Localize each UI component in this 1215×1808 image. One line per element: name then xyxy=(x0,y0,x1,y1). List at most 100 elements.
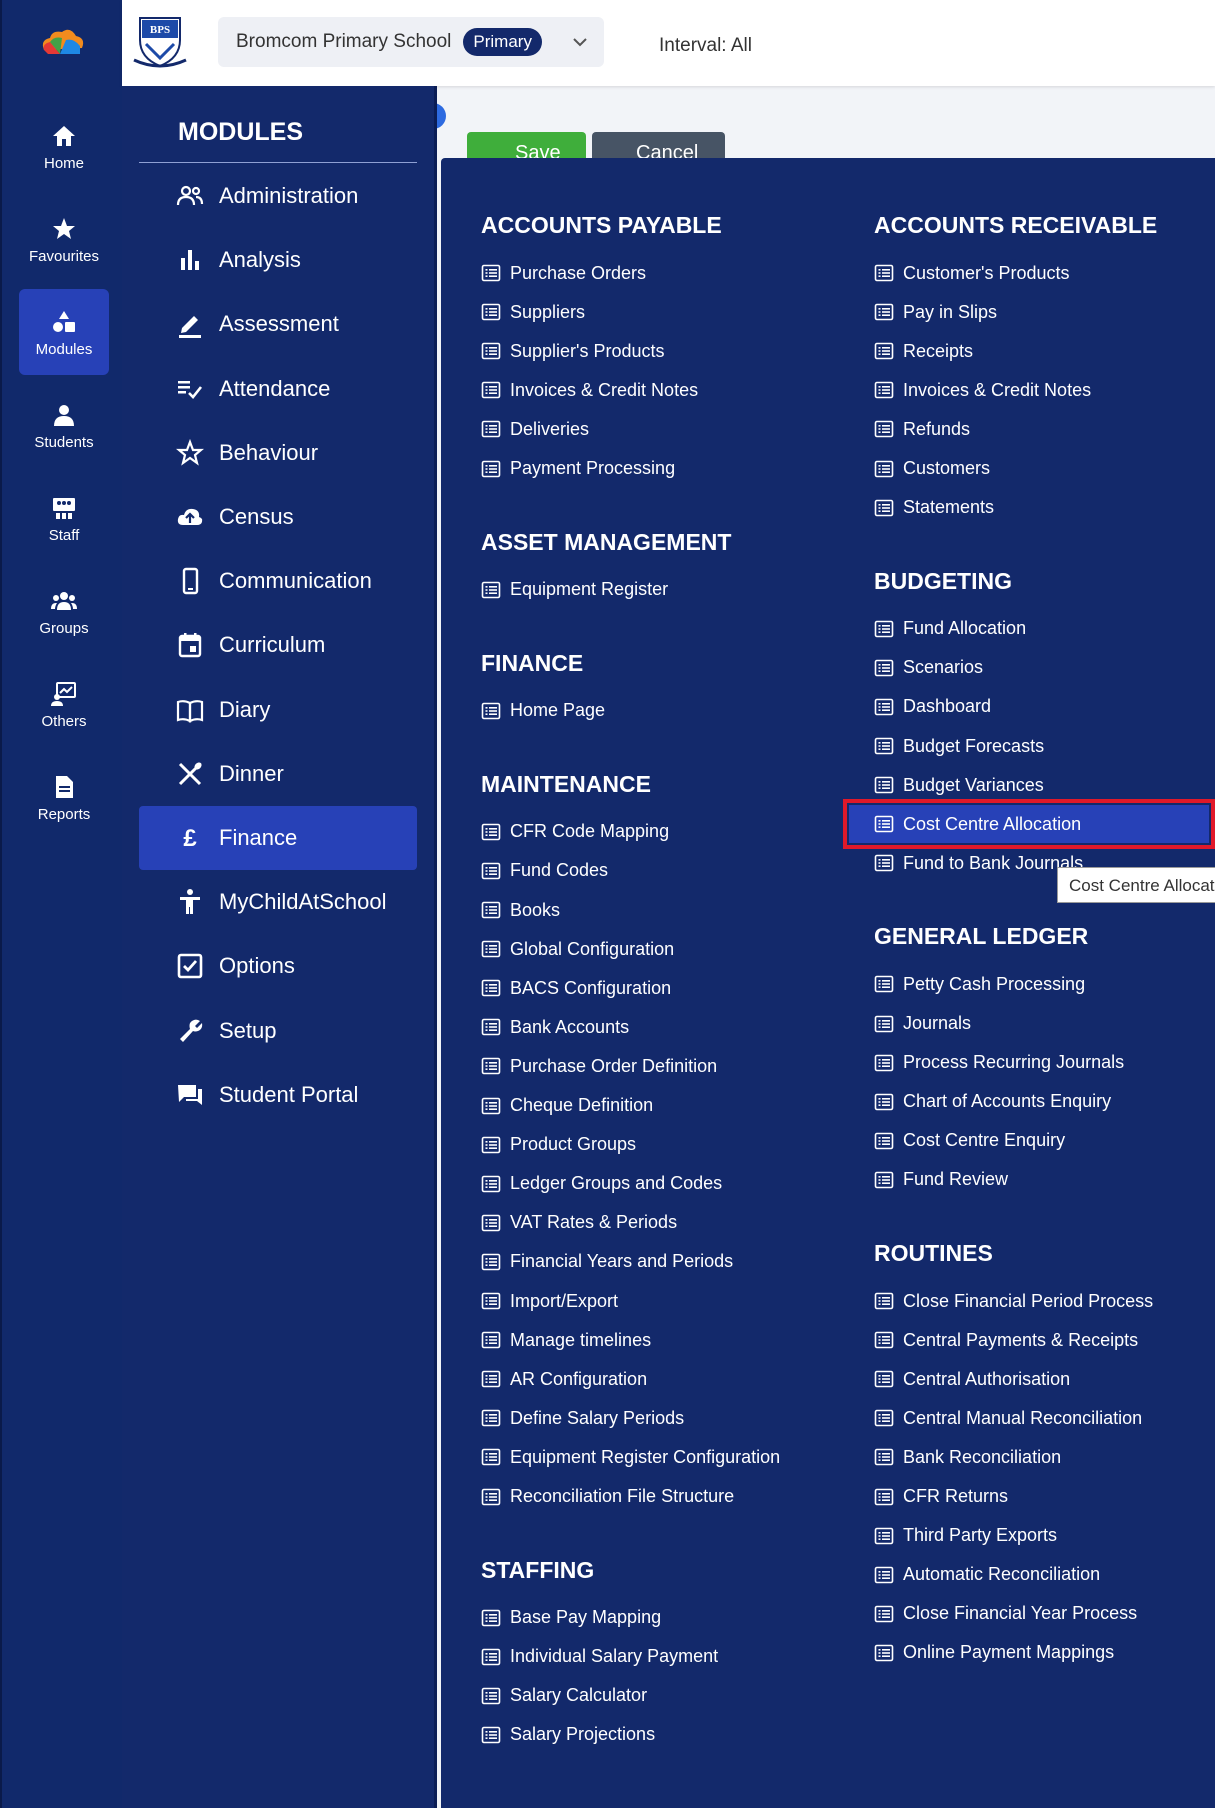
menu-link-label: Product Groups xyxy=(510,1134,637,1155)
menu-link-vat-rates-periods[interactable]: VAT Rates & Periods xyxy=(481,1204,677,1242)
menu-link-label: Home Page xyxy=(510,700,606,721)
module-item-administration[interactable]: Administration xyxy=(139,164,417,228)
menu-link-online-payment-mappings[interactable]: Online Payment Mappings xyxy=(874,1634,1114,1672)
menu-link-cfr-returns[interactable]: CFR Returns xyxy=(874,1478,1008,1516)
menu-link-invoices-credit-notes[interactable]: Invoices & Credit Notes xyxy=(874,371,1091,409)
rail-item-home[interactable]: Home xyxy=(19,103,109,189)
menu-link-third-party-exports[interactable]: Third Party Exports xyxy=(874,1517,1057,1555)
menu-link-refunds[interactable]: Refunds xyxy=(874,410,970,448)
module-item-options[interactable]: Options xyxy=(139,934,417,998)
menu-link-chart-of-accounts-enquiry[interactable]: Chart of Accounts Enquiry xyxy=(874,1083,1111,1121)
menu-link-equipment-register-configuration[interactable]: Equipment Register Configuration xyxy=(481,1438,780,1476)
menu-link-central-payments-receipts[interactable]: Central Payments & Receipts xyxy=(874,1321,1138,1359)
module-item-curriculum[interactable]: Curriculum xyxy=(139,613,417,677)
menu-link-cost-centre-allocation[interactable]: Cost Centre Allocation xyxy=(843,799,1215,850)
menu-link-ar-configuration[interactable]: AR Configuration xyxy=(481,1360,647,1398)
list-icon xyxy=(481,1330,501,1350)
menu-link-central-authorisation[interactable]: Central Authorisation xyxy=(874,1360,1070,1398)
school-selector[interactable]: Bromcom Primary School Primary xyxy=(218,17,604,67)
list-icon xyxy=(481,1408,501,1428)
list-icon xyxy=(481,419,501,439)
list-icon xyxy=(874,619,894,639)
menu-link-scenarios[interactable]: Scenarios xyxy=(874,649,983,687)
module-item-diary[interactable]: Diary xyxy=(139,678,417,742)
module-item-census[interactable]: Census xyxy=(139,485,417,549)
menu-link-bacs-configuration[interactable]: BACS Configuration xyxy=(481,969,671,1007)
menu-link-automatic-reconciliation[interactable]: Automatic Reconciliation xyxy=(874,1556,1100,1594)
menu-link-purchase-orders[interactable]: Purchase Orders xyxy=(481,254,646,292)
menu-link-manage-timelines[interactable]: Manage timelines xyxy=(481,1321,651,1359)
menu-link-cheque-definition[interactable]: Cheque Definition xyxy=(481,1087,653,1125)
module-item-finance[interactable]: £ Finance xyxy=(139,806,417,870)
module-item-assessment[interactable]: Assessment xyxy=(139,292,417,356)
menu-link-cost-centre-enquiry[interactable]: Cost Centre Enquiry xyxy=(874,1122,1065,1160)
menu-link-payment-processing[interactable]: Payment Processing xyxy=(481,450,675,488)
list-icon xyxy=(481,701,501,721)
menu-link-customer-s-products[interactable]: Customer's Products xyxy=(874,254,1070,292)
rail-item-label: Modules xyxy=(35,341,93,358)
menu-link-salary-projections[interactable]: Salary Projections xyxy=(481,1716,655,1754)
module-item-analysis[interactable]: Analysis xyxy=(139,228,417,292)
menu-link-central-manual-reconciliation[interactable]: Central Manual Reconciliation xyxy=(874,1399,1142,1437)
module-item-attendance[interactable]: Attendance xyxy=(139,357,417,421)
menu-link-dashboard[interactable]: Dashboard xyxy=(874,688,991,726)
menu-link-product-groups[interactable]: Product Groups xyxy=(481,1126,636,1164)
list-icon xyxy=(481,580,501,600)
module-item-communication[interactable]: Communication xyxy=(139,549,417,613)
menu-link-fund-codes[interactable]: Fund Codes xyxy=(481,852,608,890)
menu-link-salary-calculator[interactable]: Salary Calculator xyxy=(481,1677,647,1715)
rail-item-reports[interactable]: Reports xyxy=(19,754,109,840)
app-logo-icon[interactable] xyxy=(40,26,86,58)
menu-link-budget-variances[interactable]: Budget Variances xyxy=(874,766,1044,804)
menu-link-individual-salary-payment[interactable]: Individual Salary Payment xyxy=(481,1638,718,1676)
module-item-label: Attendance xyxy=(219,375,331,401)
interval-label[interactable]: Interval: All xyxy=(659,35,752,57)
menu-link-reconciliation-file-structure[interactable]: Reconciliation File Structure xyxy=(481,1478,734,1516)
rail-item-favourites[interactable]: Favourites xyxy=(19,196,109,282)
menu-link-close-financial-year-process[interactable]: Close Financial Year Process xyxy=(874,1595,1137,1633)
menu-link-receipts[interactable]: Receipts xyxy=(874,332,973,370)
menu-link-customers[interactable]: Customers xyxy=(874,450,990,488)
menu-link-fund-review[interactable]: Fund Review xyxy=(874,1161,1008,1199)
menu-link-bank-reconciliation[interactable]: Bank Reconciliation xyxy=(874,1438,1061,1476)
list-icon xyxy=(874,697,894,717)
menu-link-import-export[interactable]: Import/Export xyxy=(481,1282,618,1320)
menu-link-supplier-s-products[interactable]: Supplier's Products xyxy=(481,332,665,370)
menu-link-pay-in-slips[interactable]: Pay in Slips xyxy=(874,293,997,331)
menu-link-books[interactable]: Books xyxy=(481,891,560,929)
rail-item-modules[interactable]: Modules xyxy=(19,289,109,375)
menu-link-financial-years-and-periods[interactable]: Financial Years and Periods xyxy=(481,1243,733,1281)
menu-link-petty-cash-processing[interactable]: Petty Cash Processing xyxy=(874,965,1085,1003)
menu-link-process-recurring-journals[interactable]: Process Recurring Journals xyxy=(874,1044,1124,1082)
menu-link-invoices-credit-notes[interactable]: Invoices & Credit Notes xyxy=(481,371,698,409)
menu-link-ledger-groups-and-codes[interactable]: Ledger Groups and Codes xyxy=(481,1165,722,1203)
menu-link-deliveries[interactable]: Deliveries xyxy=(481,410,589,448)
menu-link-bank-accounts[interactable]: Bank Accounts xyxy=(481,1008,629,1046)
rail-item-staff[interactable]: Staff xyxy=(19,475,109,561)
star-icon xyxy=(51,216,77,242)
module-item-mychildatschool[interactable]: MyChildAtSchool xyxy=(139,870,417,934)
rail-item-others[interactable]: Others xyxy=(19,661,109,747)
menu-link-journals[interactable]: Journals xyxy=(874,1005,971,1043)
menu-link-purchase-order-definition[interactable]: Purchase Order Definition xyxy=(481,1047,717,1085)
menu-link-budget-forecasts[interactable]: Budget Forecasts xyxy=(874,727,1044,765)
module-item-student-portal[interactable]: Student Portal xyxy=(139,1063,417,1127)
menu-link-cfr-code-mapping[interactable]: CFR Code Mapping xyxy=(481,813,669,851)
menu-link-label: Customers xyxy=(903,458,991,478)
rail-item-groups[interactable]: Groups xyxy=(19,568,109,654)
rail-item-students[interactable]: Students xyxy=(19,382,109,468)
menu-link-home-page[interactable]: Home Page xyxy=(481,692,605,730)
module-item-dinner[interactable]: Dinner xyxy=(139,742,417,806)
menu-link-equipment-register[interactable]: Equipment Register xyxy=(481,571,668,609)
module-item-setup[interactable]: Setup xyxy=(139,999,417,1063)
menu-link-base-pay-mapping[interactable]: Base Pay Mapping xyxy=(481,1599,661,1637)
menu-link-close-financial-period-process[interactable]: Close Financial Period Process xyxy=(874,1282,1153,1320)
menu-link-statements[interactable]: Statements xyxy=(874,489,994,527)
menu-link-global-configuration[interactable]: Global Configuration xyxy=(481,930,674,968)
menu-link-fund-to-bank-journals[interactable]: Fund to Bank Journals xyxy=(874,844,1083,882)
menu-link-define-salary-periods[interactable]: Define Salary Periods xyxy=(481,1399,684,1437)
menu-link-fund-allocation[interactable]: Fund Allocation xyxy=(874,610,1026,648)
menu-link-suppliers[interactable]: Suppliers xyxy=(481,293,585,331)
menu-link-label: Purchase Orders xyxy=(510,262,647,283)
module-item-behaviour[interactable]: Behaviour xyxy=(139,421,417,485)
